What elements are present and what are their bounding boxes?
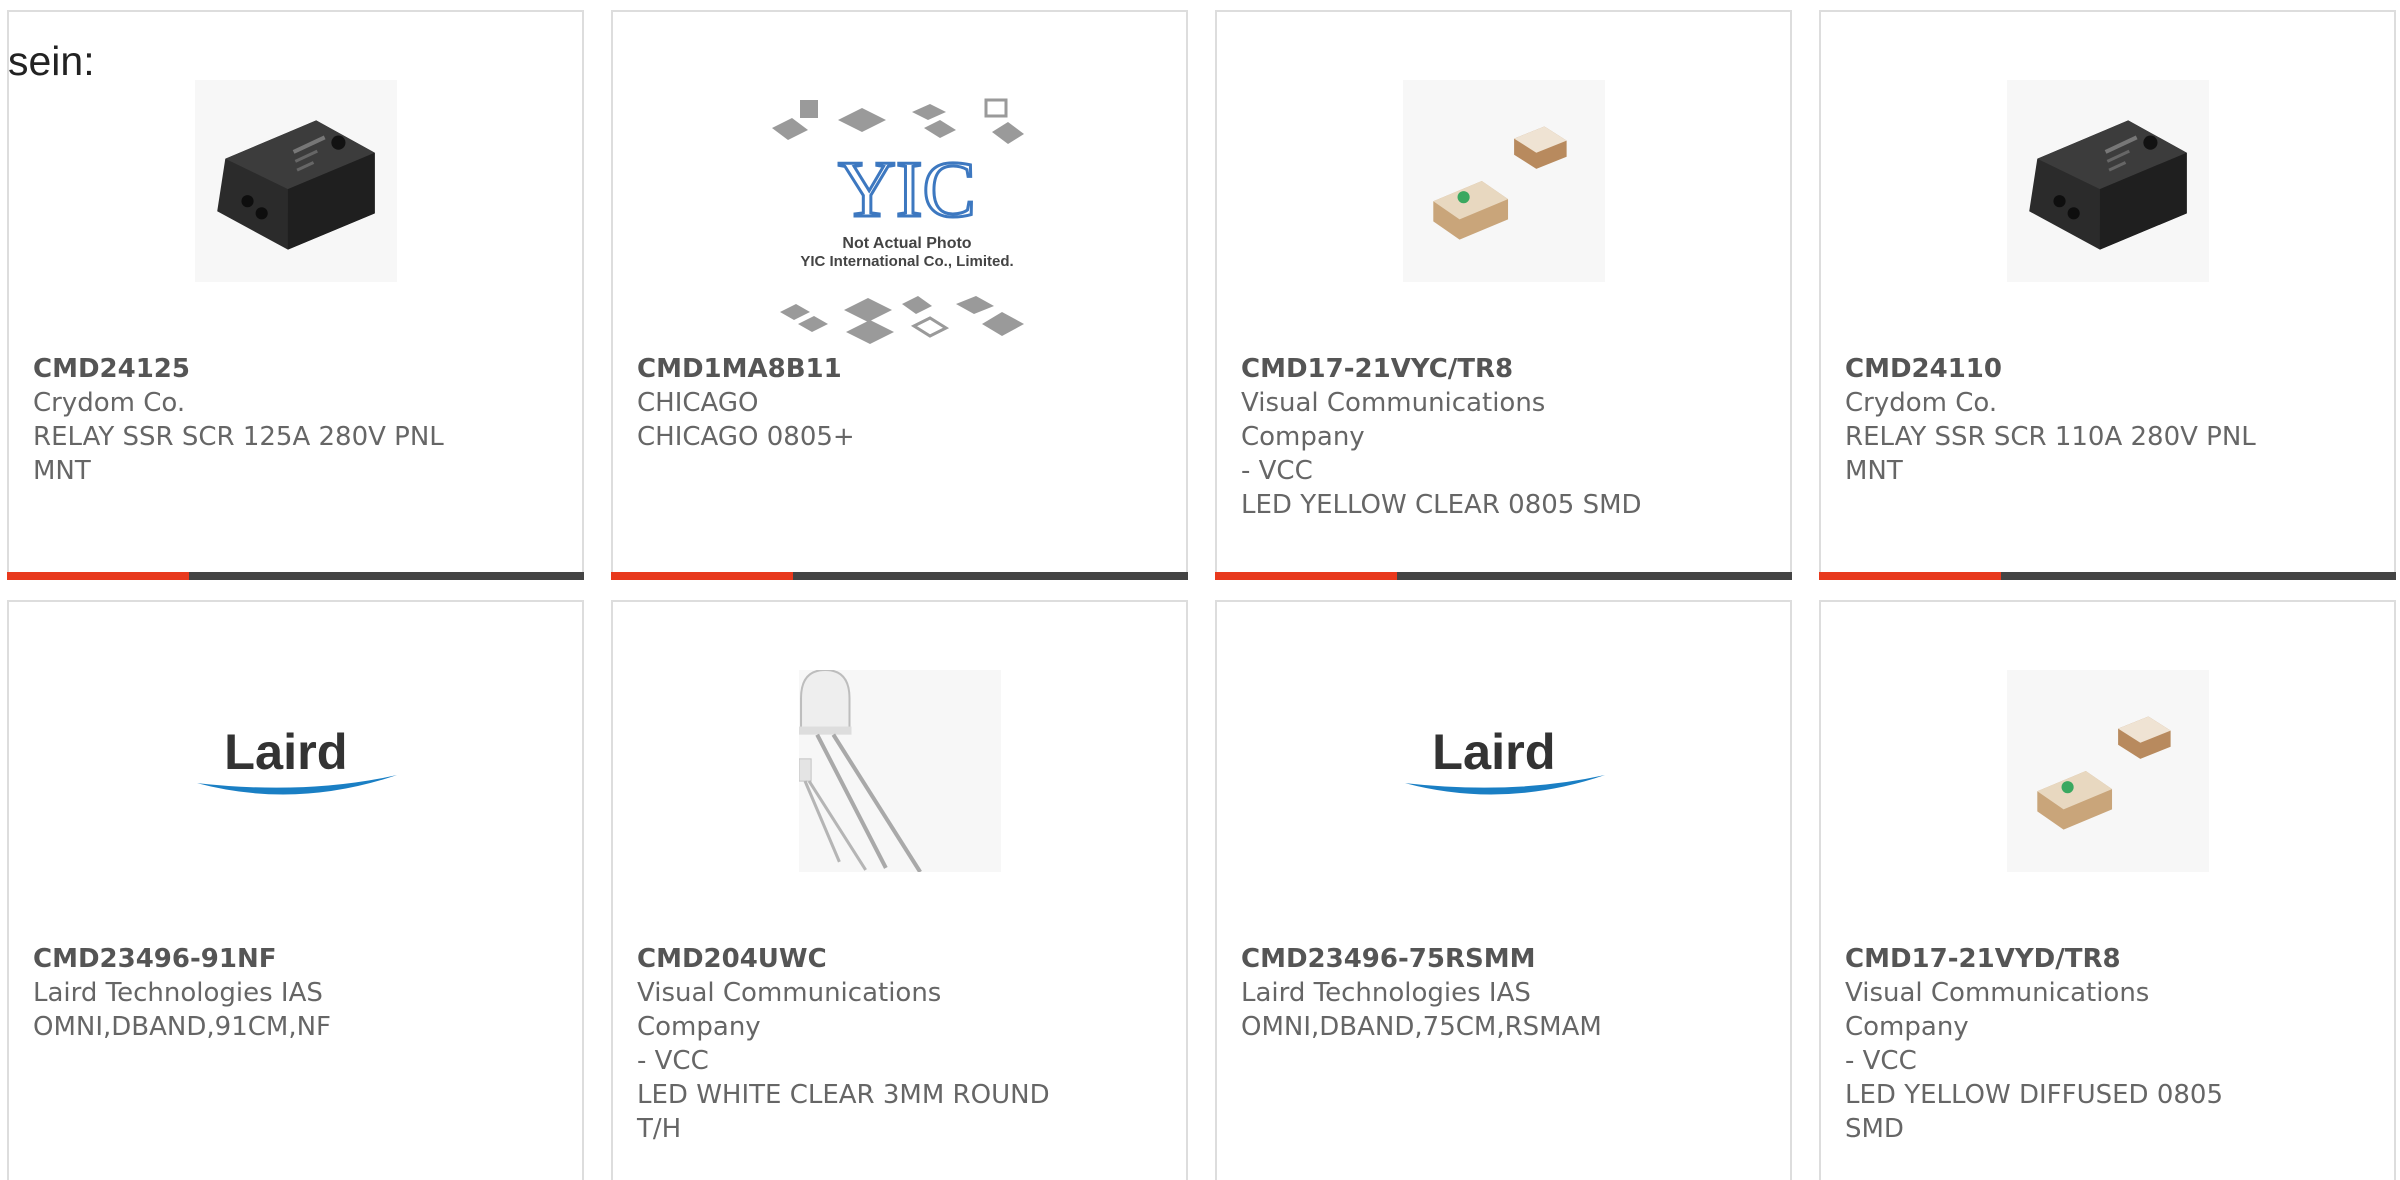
card-bottom-bar (1215, 572, 1792, 580)
product-card[interactable]: CMD17-21VYD/TR8 Visual Communications Co… (1819, 600, 2396, 1180)
card-bottom-bar (611, 572, 1188, 580)
part-number: CMD17-21VYD/TR8 (1845, 944, 2121, 974)
part-number: CMD1MA8B11 (637, 354, 842, 384)
card-accent (611, 572, 793, 580)
description: LED WHITE CLEAR 3MM ROUND T/H (637, 1080, 1050, 1144)
manufacturer: Visual Communications Company - VCC (637, 978, 942, 1076)
card-bottom-bar (1819, 572, 2396, 580)
product-card[interactable]: CMD24125 Crydom Co. RELAY SSR SCR 125A 2… (7, 10, 584, 580)
manufacturer: Laird Technologies IAS (33, 978, 323, 1008)
description: OMNI,DBAND,91CM,NF (33, 1012, 331, 1042)
product-card[interactable]: Laird CMD23496-75RSMM Laird Technologies… (1215, 600, 1792, 1180)
product-info: CMD23496-75RSMM Laird Technologies IAS O… (1241, 942, 1661, 1044)
product-image-relay (195, 80, 397, 282)
manufacturer: Visual Communications Company - VCC (1241, 388, 1546, 486)
page-heading: sein: (8, 38, 95, 84)
part-number: CMD204UWC (637, 944, 827, 974)
svg-text:YIC: YIC (838, 146, 976, 234)
product-image-placeholder: YIC Not Actual Photo YIC International C… (769, 98, 1031, 348)
manufacturer: Laird Technologies IAS (1241, 978, 1531, 1008)
svg-text:Not Actual Photo: Not Actual Photo (842, 235, 971, 252)
laird-logo-image: Laird (1403, 670, 1605, 872)
product-info: CMD1MA8B11 CHICAGO CHICAGO 0805+ (637, 352, 1057, 454)
card-accent (1215, 572, 1397, 580)
description: LED YELLOW CLEAR 0805 SMD (1241, 490, 1642, 520)
product-info: CMD24110 Crydom Co. RELAY SSR SCR 110A 2… (1845, 352, 2265, 488)
manufacturer: Visual Communications Company - VCC (1845, 978, 2150, 1076)
manufacturer: Crydom Co. (33, 388, 186, 418)
laird-logo-image: Laird (195, 670, 397, 872)
card-accent (7, 572, 189, 580)
description: OMNI,DBAND,75CM,RSMAM (1241, 1012, 1602, 1042)
product-card[interactable]: YIC Not Actual Photo YIC International C… (611, 10, 1188, 580)
product-info: CMD204UWC Visual Communications Company … (637, 942, 1057, 1146)
product-image-th-led (799, 670, 1001, 872)
product-card[interactable]: CMD24110 Crydom Co. RELAY SSR SCR 110A 2… (1819, 10, 2396, 580)
card-accent (1819, 572, 2001, 580)
product-image-smd-led (1403, 80, 1605, 282)
product-info: CMD17-21VYD/TR8 Visual Communications Co… (1845, 942, 2265, 1146)
manufacturer: Crydom Co. (1845, 388, 1998, 418)
product-image-relay (2007, 80, 2209, 282)
product-card[interactable]: Laird CMD23496-91NF Laird Technologies I… (7, 600, 584, 1180)
product-card[interactable]: CMD17-21VYC/TR8 Visual Communications Co… (1215, 10, 1792, 580)
description: RELAY SSR SCR 110A 280V PNL MNT (1845, 422, 2256, 486)
product-card[interactable]: CMD204UWC Visual Communications Company … (611, 600, 1188, 1180)
svg-text:Laird: Laird (224, 723, 347, 780)
svg-text:Laird: Laird (1432, 723, 1555, 780)
card-bottom-bar (7, 572, 584, 580)
part-number: CMD23496-75RSMM (1241, 944, 1536, 974)
product-grid: CMD24125 Crydom Co. RELAY SSR SCR 125A 2… (0, 0, 2400, 1180)
part-number: CMD24125 (33, 354, 190, 384)
description: LED YELLOW DIFFUSED 0805 SMD (1845, 1080, 2224, 1144)
product-info: CMD23496-91NF Laird Technologies IAS OMN… (33, 942, 453, 1044)
part-number: CMD17-21VYC/TR8 (1241, 354, 1514, 384)
description: CHICAGO 0805+ (637, 422, 855, 452)
manufacturer: CHICAGO (637, 388, 759, 418)
product-info: CMD17-21VYC/TR8 Visual Communications Co… (1241, 352, 1661, 522)
product-info: CMD24125 Crydom Co. RELAY SSR SCR 125A 2… (33, 352, 453, 488)
part-number: CMD23496-91NF (33, 944, 277, 974)
description: RELAY SSR SCR 125A 280V PNL MNT (33, 422, 444, 486)
product-image-smd-led (2007, 670, 2209, 872)
part-number: CMD24110 (1845, 354, 2002, 384)
svg-text:YIC International Co., Limited: YIC International Co., Limited. (800, 253, 1013, 270)
